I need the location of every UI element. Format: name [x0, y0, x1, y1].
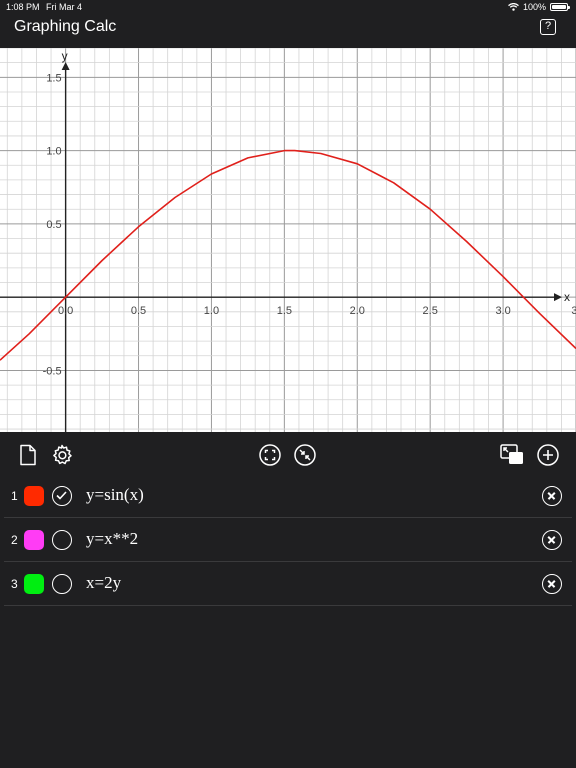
function-expression[interactable]: x=2y — [86, 573, 121, 593]
status-right: 100% — [508, 2, 570, 12]
function-index: 2 — [11, 533, 18, 547]
y-tick-label: 1.0 — [46, 146, 61, 158]
x-tick-label: 0.5 — [131, 305, 146, 317]
delete-function-button[interactable] — [542, 530, 562, 550]
function-expression[interactable]: y=sin(x) — [86, 485, 144, 505]
document-icon — [20, 444, 36, 466]
battery-icon — [550, 3, 570, 11]
x-tick-label: 2.0 — [350, 305, 365, 317]
delete-function-button[interactable] — [542, 486, 562, 506]
graph-svg[interactable]: xy50.00.51.01.52.02.53.03.1.51.00.5-0.5 — [0, 48, 576, 432]
function-index: 1 — [11, 489, 18, 503]
function-list: 1 y=sin(x) 2 y=x**2 3 x=2y — [0, 474, 576, 606]
toolbar — [0, 436, 576, 474]
color-swatch[interactable] — [24, 574, 44, 594]
settings-button[interactable] — [49, 442, 75, 468]
color-swatch[interactable] — [24, 530, 44, 550]
status-time: 1:08 PM — [6, 2, 40, 12]
x-tick-label: 3. — [571, 305, 576, 317]
picture-in-picture-icon — [500, 444, 523, 464]
function-row[interactable]: 2 y=x**2 — [4, 518, 572, 562]
zoom-out-button[interactable] — [292, 442, 318, 468]
series-line-sin — [0, 149, 576, 361]
fit-screen-icon — [259, 444, 281, 466]
visibility-toggle[interactable] — [52, 574, 72, 594]
status-date: Fri Mar 4 — [46, 2, 82, 12]
y-tick-label: 1.5 — [46, 72, 61, 84]
app-title: Graphing Calc — [14, 18, 117, 35]
visibility-toggle[interactable] — [52, 486, 72, 506]
y-axis-label: y — [62, 49, 68, 63]
add-function-button[interactable] — [535, 442, 561, 468]
window-mode-button[interactable] — [499, 442, 525, 468]
status-bar: 1:08 PM Fri Mar 4 100% — [0, 0, 576, 14]
x-axis-arrow — [554, 293, 562, 302]
visibility-toggle[interactable] — [52, 530, 72, 550]
help-button[interactable]: ? — [540, 19, 556, 35]
x-axis-label: x — [564, 290, 570, 304]
nav-bar: Graphing Calc ? — [0, 14, 576, 48]
y-axis-arrow — [61, 62, 70, 70]
x-tick-label: 1.0 — [204, 305, 219, 317]
new-document-button[interactable] — [15, 442, 41, 468]
x-tick-label: 3.0 — [495, 305, 510, 317]
color-swatch[interactable] — [24, 486, 44, 506]
x-tick-label: 1.5 — [277, 305, 292, 317]
function-row[interactable]: 1 y=sin(x) — [4, 474, 572, 518]
delete-function-button[interactable] — [542, 574, 562, 594]
plus-circle-icon — [537, 444, 559, 466]
x-tick-label: 0.0 — [58, 305, 73, 317]
fit-view-button[interactable] — [257, 442, 283, 468]
x-tick-label: 2.5 — [423, 305, 438, 317]
collapse-arrows-icon — [294, 444, 316, 466]
gear-icon — [53, 444, 72, 465]
graph-canvas[interactable]: xy50.00.51.01.52.02.53.03.1.51.00.5-0.5 — [0, 48, 576, 432]
wifi-icon — [508, 3, 519, 11]
y-tick-label: -0.5 — [43, 365, 62, 377]
function-index: 3 — [11, 577, 18, 591]
y-tick-label: 0.5 — [46, 219, 61, 231]
function-row[interactable]: 3 x=2y — [4, 562, 572, 606]
function-expression[interactable]: y=x**2 — [86, 529, 138, 549]
battery-percent: 100% — [522, 2, 546, 12]
checkmark-icon — [56, 491, 67, 500]
